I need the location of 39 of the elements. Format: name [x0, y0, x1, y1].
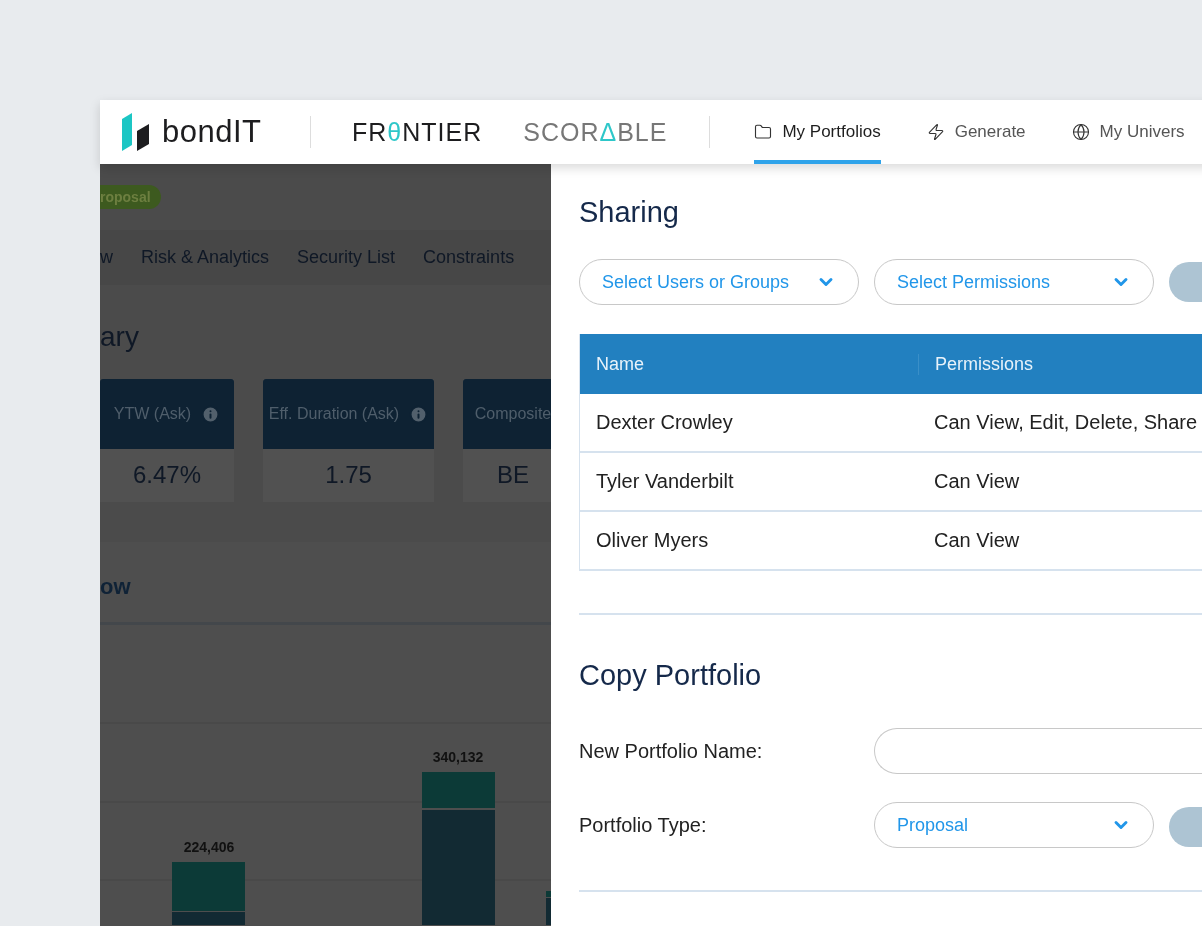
metric-value: 1.75 — [324, 461, 373, 489]
field-label: New Portfolio Name: — [579, 739, 764, 763]
product-link[interactable]: FRθNTIER — [352, 117, 483, 147]
section-heading: Sharing — [579, 196, 679, 229]
nav-tab[interactable]: My Portfolios — [754, 100, 881, 164]
page-tab[interactable]: Security List — [297, 247, 396, 268]
section-title: ow — [100, 574, 132, 601]
page-tab[interactable]: Constraints — [423, 247, 515, 268]
table-cell-text: Oliver Myers — [595, 529, 710, 552]
table-cell-text: Tyler Vanderbilt — [595, 470, 735, 493]
metric-value: 6.47% — [131, 461, 203, 489]
data-label: 340,132 — [432, 749, 484, 765]
table-cell-text: Can View — [933, 470, 1021, 493]
metric-value: BE — [496, 461, 530, 489]
product-link[interactable]: SCORΔBLE — [523, 117, 668, 147]
table-cell-text: Dexter Crowley — [595, 411, 734, 434]
data-label: 224,406 — [183, 839, 235, 855]
nav-tab[interactable]: My Univers — [1071, 100, 1185, 164]
section-heading: Copy Portfolio — [579, 659, 762, 692]
logo-text: bondIT — [162, 114, 262, 150]
lightning-icon — [926, 123, 945, 141]
folder-icon — [754, 123, 773, 141]
info-icon — [201, 404, 221, 424]
table-cell-text: Can View — [933, 529, 1021, 552]
page-tab[interactable]: w — [100, 247, 113, 268]
section-title: ary — [100, 321, 140, 353]
globe-icon — [1071, 123, 1090, 141]
page-tab[interactable]: Risk & Analytics — [141, 247, 270, 268]
input-field[interactable] — [874, 728, 1202, 774]
field-label: Portfolio Type: — [579, 813, 708, 837]
metric-label: YTW (Ask) — [113, 405, 192, 423]
info-icon — [409, 404, 429, 424]
logo-icon — [120, 113, 150, 151]
table-cell-text: Can View, Edit, Delete, Share — [933, 411, 1199, 434]
metric-label: Composite — [474, 405, 551, 423]
metric-label: Eff. Duration (Ask) — [268, 405, 400, 423]
column-header: Name — [595, 353, 645, 375]
column-header: Permissions — [918, 353, 1202, 375]
nav-tab[interactable]: Generate — [926, 100, 1026, 164]
